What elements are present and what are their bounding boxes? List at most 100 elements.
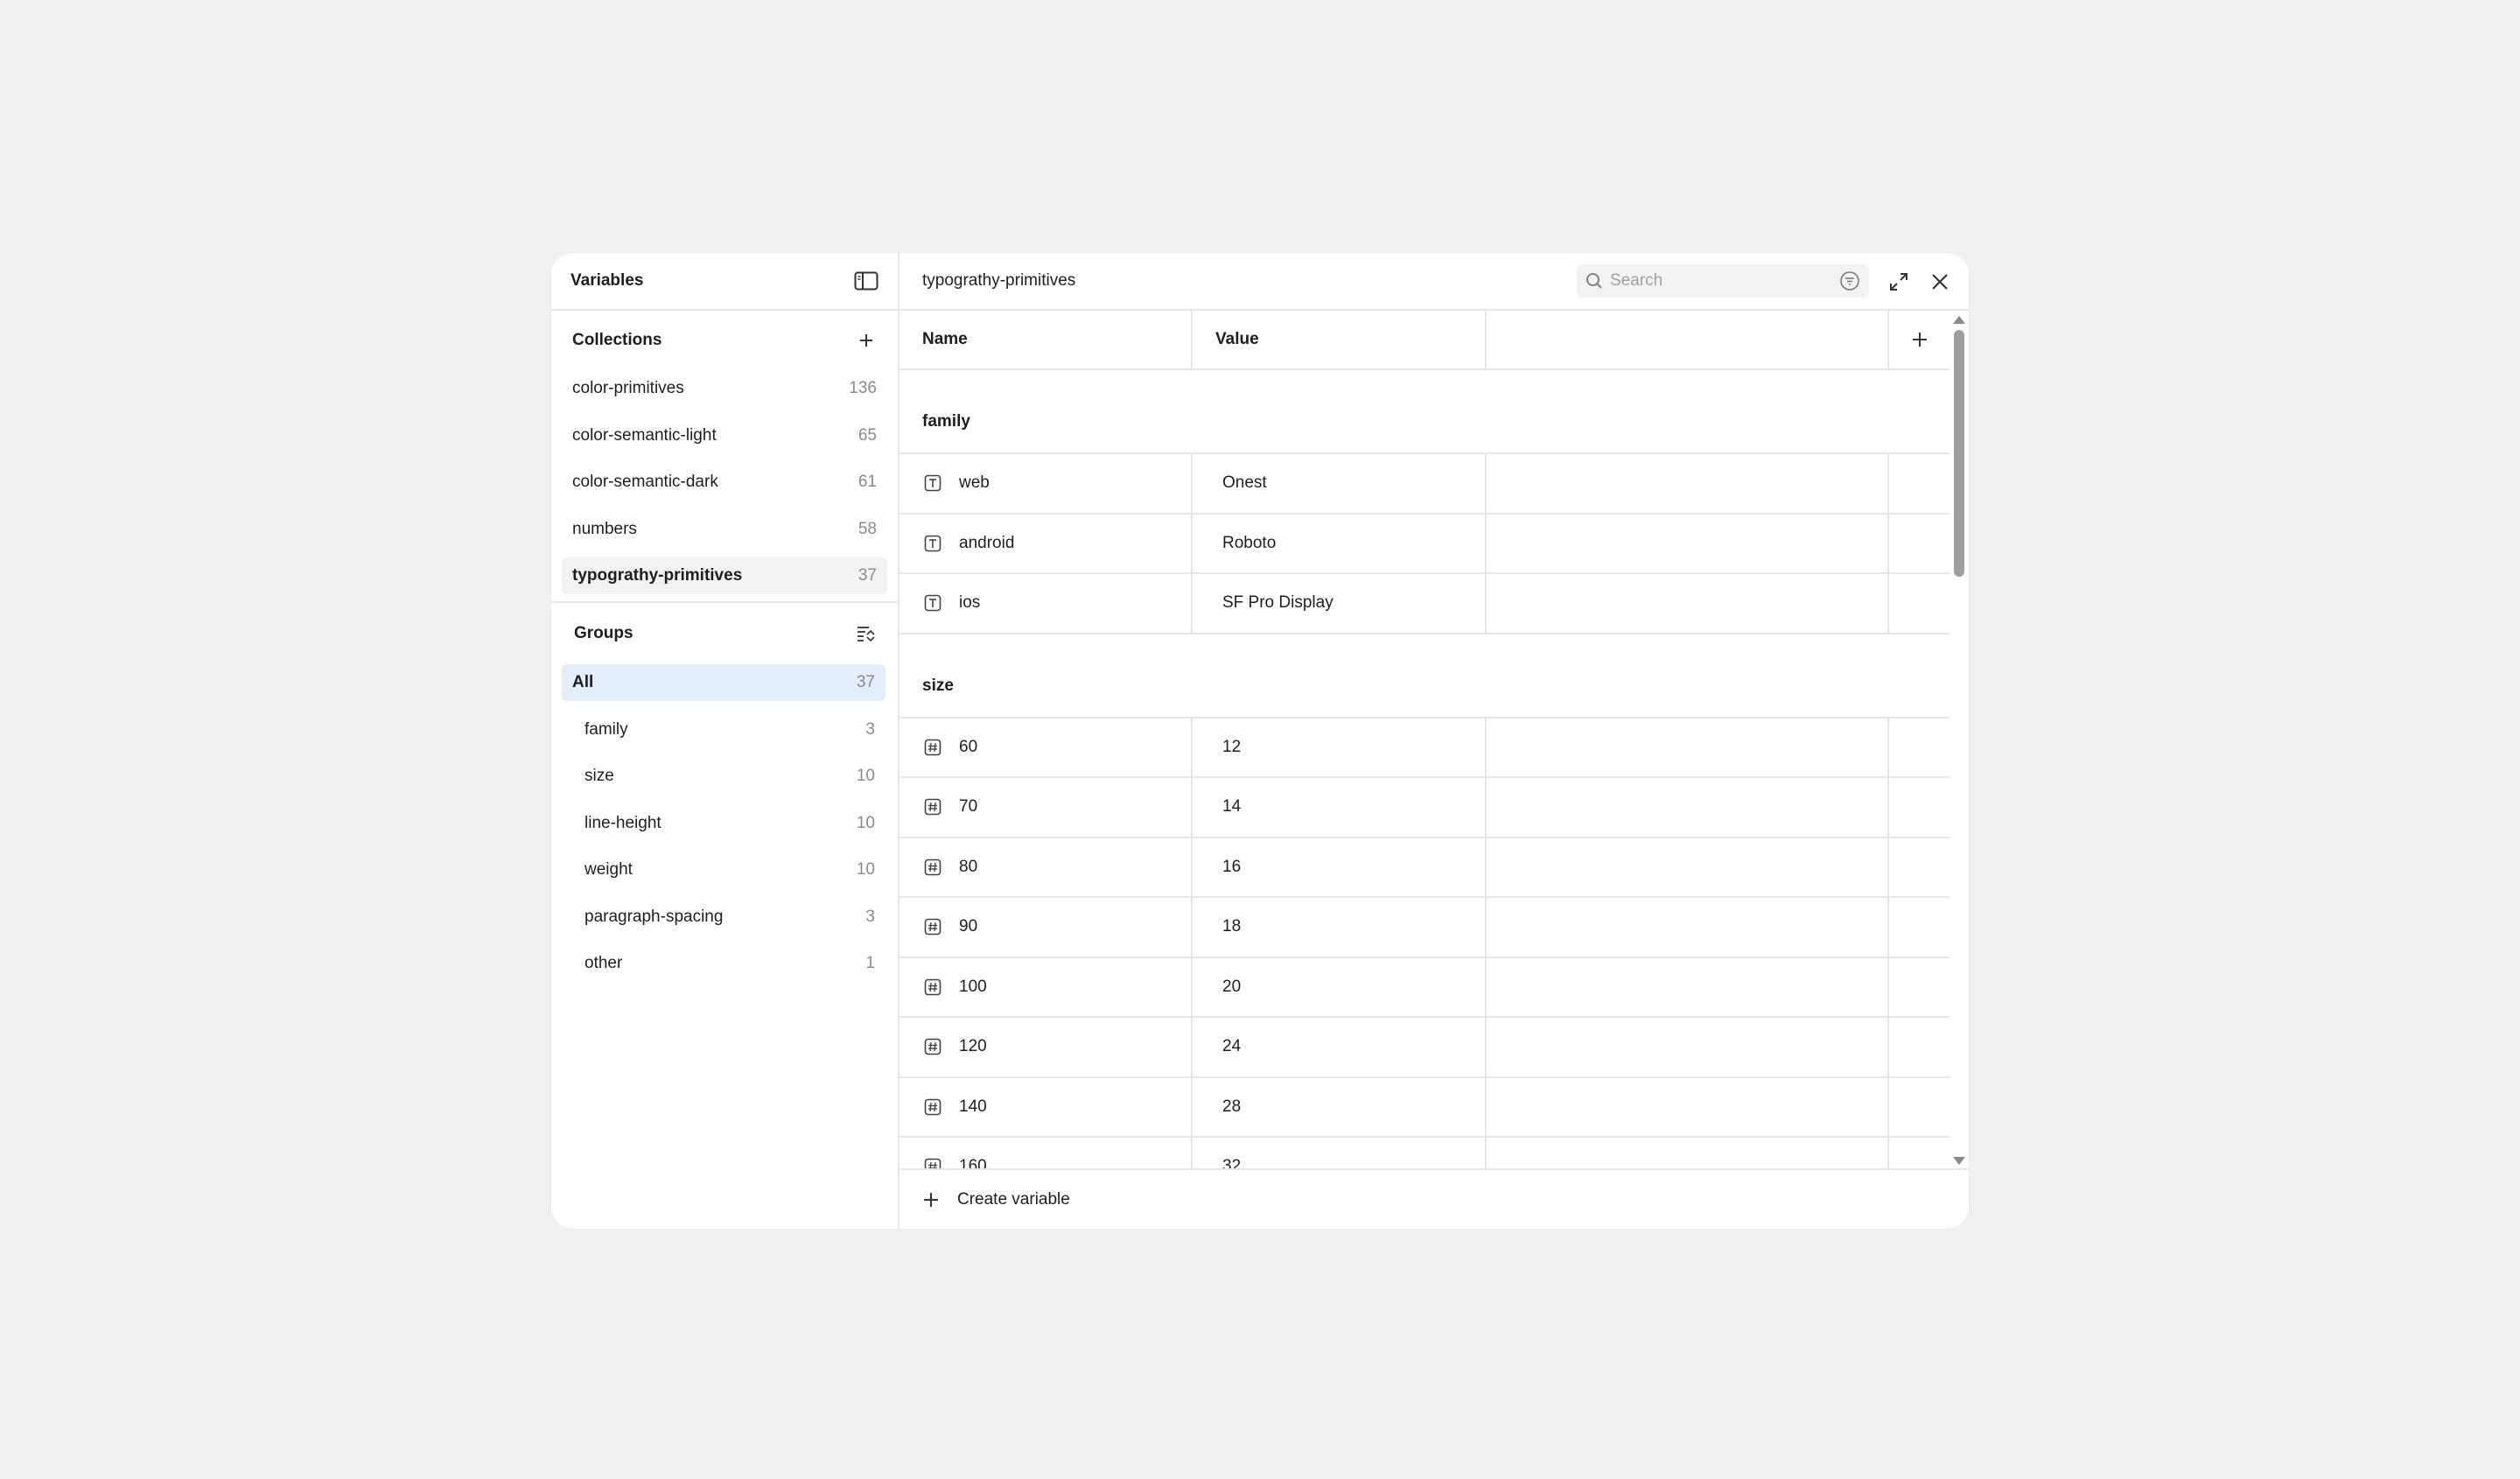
empty-cell [1487, 1077, 1889, 1136]
filter-icon[interactable] [1839, 270, 1860, 291]
main-header: typograthy-primitives [900, 253, 1969, 311]
table-row[interactable]: ios SF Pro Display [900, 574, 1950, 634]
empty-cell [1889, 1138, 1950, 1168]
column-header-empty [1487, 311, 1889, 368]
table-row[interactable]: web Onest [900, 454, 1950, 515]
table-row[interactable]: 100 20 [900, 957, 1950, 1018]
collections-header: Collections [551, 311, 898, 370]
variables-panel: Variables Collections color-primitives 13… [551, 253, 1969, 1229]
table-row[interactable]: 80 16 [900, 838, 1950, 898]
groups-title: Groups [574, 624, 634, 642]
group-item[interactable]: other 1 [562, 945, 886, 982]
collection-label: color-semantic-dark [572, 473, 718, 491]
group-label: size [584, 767, 614, 785]
vertical-scrollbar[interactable] [1950, 311, 1969, 1168]
group-header-size: size [900, 634, 1950, 718]
collection-item[interactable]: color-semantic-light 65 [562, 417, 887, 454]
group-header-family: family [900, 370, 1950, 454]
add-collection-plus-icon[interactable] [852, 326, 880, 354]
plus-icon [922, 1191, 940, 1209]
create-variable-label: Create variable [957, 1189, 1070, 1209]
empty-cell [1487, 838, 1889, 896]
collection-item-selected[interactable]: typograthy-primitives 37 [562, 557, 887, 594]
variable-value[interactable]: 18 [1193, 898, 1487, 957]
variable-value[interactable]: 16 [1193, 838, 1487, 896]
add-mode-plus-icon[interactable] [1889, 311, 1950, 368]
variable-name: 160 [959, 1157, 987, 1168]
group-label: paragraph-spacing [584, 907, 724, 926]
close-icon[interactable] [1925, 267, 1955, 297]
group-count: 10 [856, 813, 875, 832]
group-item[interactable]: line-height 10 [562, 805, 886, 842]
collection-count: 136 [849, 379, 877, 397]
scroll-down-arrow-icon[interactable] [1953, 1157, 1965, 1165]
variable-value[interactable]: Roboto [1193, 514, 1487, 572]
variable-value[interactable]: Onest [1193, 454, 1487, 513]
search-input[interactable] [1608, 270, 1822, 291]
empty-cell [1889, 515, 1950, 573]
variable-value[interactable]: 12 [1193, 718, 1487, 776]
expand-icon[interactable] [1884, 267, 1914, 297]
sidebar: Variables Collections color-primitives 13… [551, 253, 900, 1229]
group-label: other [584, 954, 623, 972]
group-item[interactable]: size 10 [562, 758, 886, 795]
variable-value[interactable]: 14 [1193, 778, 1487, 837]
empty-cell [1889, 718, 1950, 777]
column-header-name[interactable]: Name [900, 311, 1193, 368]
collection-label: typograthy-primitives [572, 566, 743, 585]
group-item[interactable]: family 3 [562, 711, 886, 748]
variable-value[interactable]: 24 [1193, 1018, 1487, 1076]
table-row[interactable]: 60 12 [900, 718, 1950, 778]
empty-cell [1889, 1078, 1950, 1137]
variable-value[interactable]: 28 [1193, 1077, 1487, 1136]
collection-item[interactable]: numbers 58 [562, 511, 887, 548]
create-variable-button[interactable]: Create variable [900, 1168, 1969, 1229]
collection-count: 61 [858, 473, 877, 491]
group-count: 10 [856, 860, 875, 879]
variable-name: 70 [959, 797, 978, 817]
scroll-up-arrow-icon[interactable] [1953, 316, 1965, 324]
group-item[interactable]: paragraph-spacing 3 [562, 899, 886, 936]
collections-title: Collections [572, 331, 662, 349]
table-row[interactable]: 90 18 [900, 898, 1950, 958]
sort-groups-icon[interactable] [852, 620, 880, 648]
empty-cell [1889, 1018, 1950, 1076]
toggle-sidebar-icon[interactable] [852, 267, 880, 295]
variables-table: Name Value family web Onest android Robo… [900, 311, 1950, 1168]
variable-value[interactable]: 32 [1193, 1138, 1487, 1168]
variable-value[interactable]: 20 [1193, 957, 1487, 1016]
number-type-icon [924, 978, 942, 996]
table-row[interactable]: android Roboto [900, 514, 1950, 574]
collection-label: numbers [572, 519, 637, 538]
group-label: family [584, 719, 628, 739]
string-type-icon [924, 535, 942, 552]
empty-cell [1487, 574, 1889, 633]
empty-cell [1487, 1018, 1889, 1076]
table-row[interactable]: 70 14 [900, 778, 1950, 838]
search-box [1577, 264, 1869, 298]
group-item-all[interactable]: All 37 [562, 664, 886, 701]
collection-count: 65 [858, 425, 877, 445]
collection-item[interactable]: color-primitives 136 [562, 370, 887, 407]
table-row[interactable]: 160 32 [900, 1138, 1950, 1168]
empty-cell [1889, 958, 1950, 1017]
empty-cell [1487, 718, 1889, 776]
empty-cell [1889, 454, 1950, 513]
scroll-thumb[interactable] [1954, 330, 1964, 577]
table-row[interactable]: 120 24 [900, 1018, 1950, 1078]
sidebar-header: Variables [551, 253, 898, 311]
variable-name: 140 [959, 1097, 987, 1116]
collection-label: color-primitives [572, 379, 684, 397]
group-count: 10 [856, 767, 875, 785]
group-label: line-height [584, 813, 662, 832]
collections-list: color-primitives 136 color-semantic-light… [551, 370, 898, 594]
panel-title: Variables [570, 271, 644, 290]
group-item[interactable]: weight 10 [562, 852, 886, 888]
column-header-value[interactable]: Value [1193, 311, 1487, 368]
table-row[interactable]: 140 28 [900, 1077, 1950, 1138]
empty-cell [1889, 898, 1950, 957]
groups-header: Groups [551, 603, 898, 664]
collection-item[interactable]: color-semantic-dark 61 [562, 464, 887, 501]
variable-value[interactable]: SF Pro Display [1193, 574, 1487, 633]
string-type-icon [924, 594, 942, 612]
